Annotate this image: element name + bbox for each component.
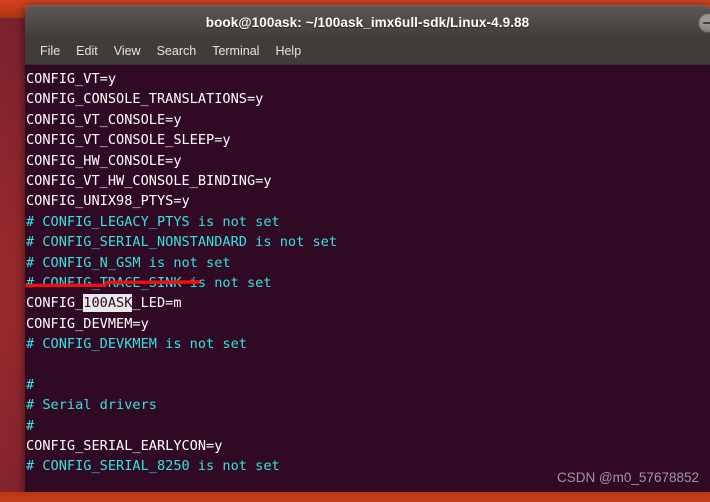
terminal-comment-text: # CONFIG_SERIAL_NONSTANDARD is not set — [26, 234, 337, 251]
terminal-comment-text: # CONFIG_N_GSM is not set — [26, 254, 231, 271]
terminal-line: # CONFIG_SERIAL_NONSTANDARD is not set — [26, 232, 337, 252]
terminal-comment-text: # — [26, 376, 35, 393]
terminal-line: # CONFIG_N_GSM is not set — [26, 253, 337, 273]
terminal-config-text: CONFIG_VT=y — [26, 71, 117, 87]
terminal-screen-area[interactable]: CONFIG_VT=y CONFIG_CONSOLE_TRANSLATIONS=y… — [25, 65, 710, 497]
terminal-comment-text: # CONFIG_DEVKMEM is not set — [26, 336, 247, 353]
menu-edit[interactable]: Edit — [68, 41, 106, 62]
terminal-text-output: CONFIG_VT=y CONFIG_CONSOLE_TRANSLATIONS=y… — [25, 65, 337, 497]
minimize-icon — [703, 22, 710, 24]
csdn-watermark: CSDN @m0_57678852 — [556, 470, 699, 485]
terminal-comment-text: # CONFIG_TRACE_SINK is not set — [26, 274, 272, 291]
terminal-config-text: CONFIG_DEVMEM=y — [26, 315, 149, 332]
terminal-line: CONFIG_UNIX98_PTYS=y — [26, 191, 337, 211]
desktop-background: book@100ask: ~/100ask_imx6ull-sdk/Linux-… — [0, 0, 710, 502]
terminal-config-text: CONFIG_VT_HW_CONSOLE_BINDING=y — [26, 172, 272, 189]
menu-terminal[interactable]: Terminal — [204, 41, 267, 62]
terminal-line: CONFIG_VT_CONSOLE=y — [26, 110, 337, 130]
terminal-line: # CONFIG_TRACE_SINK is not set — [26, 273, 337, 293]
window-controls — [698, 13, 710, 33]
terminal-line: CONFIG_CONSOLE_TRANSLATIONS=y — [26, 89, 337, 109]
menu-view[interactable]: View — [106, 41, 149, 62]
terminal-config-text: CONFIG_UNIX98_PTYS=y — [26, 193, 190, 210]
terminal-line: # CONFIG_DEVKMEM is not set — [26, 334, 337, 354]
menu-search[interactable]: Search — [149, 41, 205, 62]
search-match-highlight: 100ASK — [83, 294, 133, 313]
terminal-config-text: _LED=m — [132, 295, 182, 312]
terminal-line: # CONFIG_LEGACY_PTYS is not set — [26, 212, 337, 232]
terminal-comment-text: # CONFIG_LEGACY_PTYS is not set — [26, 213, 280, 230]
minimize-button[interactable] — [698, 13, 710, 33]
terminal-config-text: CONFIG_VT_CONSOLE_SLEEP=y — [26, 132, 231, 149]
menu-help[interactable]: Help — [267, 41, 309, 62]
terminal-config-text: CONFIG_VT_CONSOLE=y — [26, 111, 182, 128]
terminal-config-text: CONFIG_CONSOLE_TRANSLATIONS=y — [26, 91, 264, 108]
terminal-line: CONFIG_VT=y — [26, 69, 337, 89]
terminal-line: CONFIG_VT_HW_CONSOLE_BINDING=y — [26, 171, 337, 191]
terminal-config-text: CONFIG_HW_CONSOLE=y — [26, 152, 182, 169]
terminal-line: CONFIG_VT_CONSOLE_SLEEP=y — [26, 130, 337, 150]
terminal-line: CONFIG_100ASK_LED=m — [26, 293, 337, 313]
window-title: book@100ask: ~/100ask_imx6ull-sdk/Linux-… — [205, 15, 530, 30]
terminal-comment-text: # CONFIG_SERIAL_8250 is not set — [26, 458, 280, 475]
terminal-line: # CONFIG_SERIAL_8250 is not set — [26, 456, 337, 476]
terminal-config-text: CONFIG_SERIAL_EARLYCON=y — [26, 438, 223, 455]
terminal-config-text: CONFIG_ — [26, 295, 84, 312]
terminal-line: # Serial drivers — [26, 395, 337, 415]
menu-file[interactable]: File — [32, 41, 68, 62]
window-titlebar[interactable]: book@100ask: ~/100ask_imx6ull-sdk/Linux-… — [25, 5, 710, 39]
terminal-comment-text: # Serial drivers — [26, 397, 157, 414]
terminal-line: CONFIG_SERIAL_EARLYCON=y — [26, 436, 337, 456]
terminal-comment-text: # — [26, 417, 35, 434]
terminal-window: book@100ask: ~/100ask_imx6ull-sdk/Linux-… — [25, 5, 710, 497]
terminal-line: # — [26, 375, 337, 395]
terminal-line: # — [26, 416, 337, 436]
terminal-line: CONFIG_HW_CONSOLE=y — [26, 151, 337, 171]
menubar: File Edit View Search Terminal Help — [25, 39, 710, 65]
terminal-line: CONFIG_DEVMEM=y — [26, 314, 337, 334]
